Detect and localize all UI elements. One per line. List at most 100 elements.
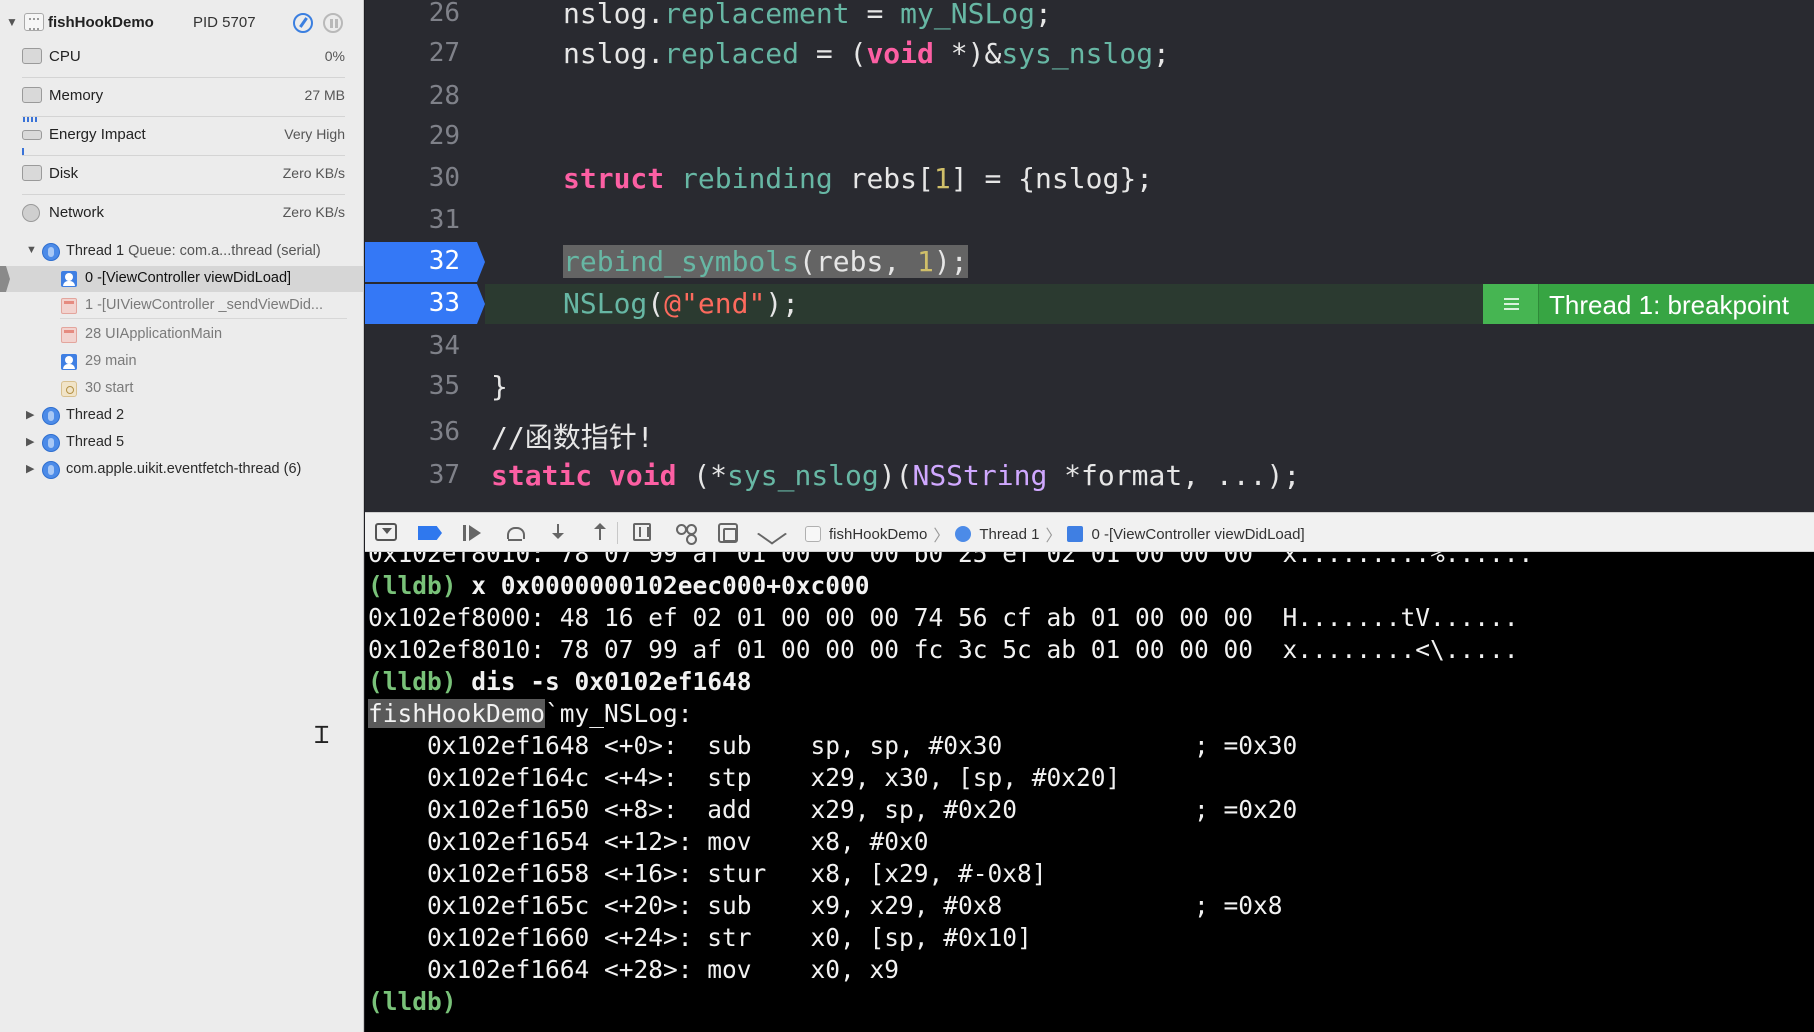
energy-icon xyxy=(22,130,42,140)
source-editor[interactable]: 26 nslog.replacement = my_NSLog; 27 nslo… xyxy=(365,0,1814,512)
code-line-35[interactable]: 35 } xyxy=(365,367,1814,407)
code-line-28[interactable]: 28 xyxy=(365,77,1814,117)
process-name: fishHookDemo xyxy=(48,14,154,31)
console-line: 0x102ef165c <+20>: sub x9, x29, #0x8 ; =… xyxy=(368,891,1283,920)
code-line-37[interactable]: 37 static void (*sys_nslog)(NSString *fo… xyxy=(365,456,1814,496)
gauge-cpu[interactable]: CPU 0% xyxy=(0,40,363,78)
stack-frame-30[interactable]: 30 start xyxy=(0,376,363,402)
disclosure-triangle-icon[interactable]: ▶ xyxy=(26,462,34,475)
thread-icon xyxy=(42,434,60,452)
gauge-value: Zero KB/s xyxy=(282,165,345,181)
console-line: 0x102ef1650 <+8>: add x29, sp, #0x20 ; =… xyxy=(368,795,1298,824)
frame-label: 28 UIApplicationMain xyxy=(85,326,223,342)
code-line-32[interactable]: 32 rebind_symbols(rebs, 1); xyxy=(365,242,1814,282)
symbol-name: `my_NSLog: xyxy=(545,699,693,728)
stack-frame-29[interactable]: 29 main xyxy=(0,349,363,375)
view-hierarchy-icon[interactable] xyxy=(633,523,651,541)
divider xyxy=(22,77,345,78)
stack-frame-28[interactable]: 28 UIApplicationMain xyxy=(0,322,363,348)
thread-name: Thread 1 xyxy=(66,243,125,259)
thread-label: com.apple.uikit.eventfetch-thread (6) xyxy=(66,461,302,477)
code-line-30[interactable]: 30 struct rebinding rebs[1] = {nslog}; xyxy=(365,159,1814,199)
hide-debug-area-icon[interactable] xyxy=(375,523,397,541)
chevron-right-icon: 〉 xyxy=(1045,528,1062,545)
breadcrumb-label: fishHookDemo xyxy=(829,525,928,543)
console-line: 0x102ef8010: 78 07 99 af 01 00 00 00 fc … xyxy=(368,635,1519,664)
step-out-icon[interactable] xyxy=(590,523,610,543)
process-row[interactable]: ▼ fishHookDemo PID 5707 xyxy=(0,8,363,38)
gauge-label: Disk xyxy=(49,165,79,182)
breadcrumb: fishHookDemo 〉 Thread 1 〉 0 -[ViewContro… xyxy=(805,523,1305,545)
console-line: (lldb) dis -s 0x0102ef1648 xyxy=(368,666,752,698)
line-number: 29 xyxy=(428,121,460,151)
line-number: 35 xyxy=(428,371,460,401)
disclosure-triangle-icon[interactable]: ▼ xyxy=(26,244,37,256)
thread-row-eventfetch[interactable]: ▶ com.apple.uikit.eventfetch-thread (6) xyxy=(0,457,363,483)
console-line: 0x102ef164c <+4>: stp x29, x30, [sp, #0x… xyxy=(368,763,1121,792)
console-command: dis -s 0x0102ef1648 xyxy=(456,667,752,696)
step-into-icon[interactable] xyxy=(548,523,568,543)
pause-icon[interactable] xyxy=(323,13,343,33)
gauge-value: Very High xyxy=(284,126,345,142)
gauge-energy[interactable]: Energy Impact Very High xyxy=(0,118,363,156)
lldb-console[interactable]: 0x102ef8010: 78 07 99 af 01 00 00 00 b0 … xyxy=(365,552,1814,1032)
gauge-network[interactable]: Network Zero KB/s xyxy=(0,196,363,234)
line-number: 34 xyxy=(428,331,460,361)
disclosure-triangle-icon[interactable]: ▶ xyxy=(26,435,34,448)
line-number: 27 xyxy=(428,38,460,68)
user-code-icon xyxy=(61,354,77,370)
code-text: } xyxy=(491,370,508,403)
user-code-icon xyxy=(1067,526,1084,542)
stack-frame-1[interactable]: 1 -[UIViewController _sendViewDid... xyxy=(0,293,363,319)
breadcrumb-thread[interactable]: Thread 1 xyxy=(955,526,1039,543)
code-text: NSLog(@"end"); xyxy=(563,287,800,320)
app-icon xyxy=(24,13,44,31)
thread-row-2[interactable]: ▶ Thread 2 xyxy=(0,403,363,429)
code-line-34[interactable]: 34 xyxy=(365,327,1814,367)
frame-label: 30 start xyxy=(85,380,134,396)
breadcrumb-frame[interactable]: 0 -[ViewController viewDidLoad] xyxy=(1067,526,1305,543)
text-cursor-icon: Ɪ xyxy=(315,721,329,749)
network-icon xyxy=(22,204,40,222)
breakpoint-annotation[interactable]: Thread 1: breakpoint xyxy=(1483,284,1814,324)
console-command: x 0x0000000102eec000+0xc000 xyxy=(456,571,870,600)
code-line-31[interactable]: 31 xyxy=(365,201,1814,241)
step-over-icon[interactable] xyxy=(505,523,525,543)
console-line: fishHookDemo`my_NSLog: xyxy=(368,698,693,730)
process-pid: PID 5707 xyxy=(193,14,256,31)
console-line: 0x102ef8000: 48 16 ef 02 01 00 00 00 74 … xyxy=(368,603,1519,632)
thread-row-5[interactable]: ▶ Thread 5 xyxy=(0,430,363,456)
console-line: 0x102ef1658 <+16>: stur x8, [x29, #-0x8] xyxy=(368,859,1047,888)
line-number: 26 xyxy=(428,0,460,28)
simulate-location-icon[interactable] xyxy=(761,523,781,543)
gauge-label: CPU xyxy=(49,48,81,65)
gauge-disk[interactable]: Disk Zero KB/s xyxy=(0,157,363,195)
frame-label: 29 main xyxy=(85,353,137,369)
thread-icon xyxy=(955,526,972,542)
disclosure-triangle-icon[interactable]: ▶ xyxy=(26,408,34,421)
divider xyxy=(617,522,618,544)
continue-icon[interactable] xyxy=(461,523,481,543)
code-line-33[interactable]: 33 NSLog(@"end"); Thread 1: breakpoint xyxy=(365,284,1814,324)
code-line-29[interactable]: 29 xyxy=(365,117,1814,157)
code-line-27[interactable]: 27 nslog.replaced = (void *)&sys_nslog; xyxy=(365,34,1814,74)
memory-icon xyxy=(22,87,42,103)
disclosure-triangle-icon[interactable]: ▼ xyxy=(6,15,18,29)
code-line-26[interactable]: 26 nslog.replacement = my_NSLog; xyxy=(365,0,1814,34)
gauge-memory[interactable]: Memory 27 MB xyxy=(0,79,363,122)
thread-icon xyxy=(42,407,60,425)
memory-graph-icon[interactable] xyxy=(675,523,697,543)
environment-overrides-icon[interactable] xyxy=(718,523,738,543)
breadcrumb-process[interactable]: fishHookDemo xyxy=(805,526,927,543)
code-line-36[interactable]: 36 //函数指针! xyxy=(365,413,1814,454)
stack-frame-0[interactable]: 0 -[ViewController viewDidLoad] xyxy=(0,266,363,292)
debug-gauges-icon[interactable] xyxy=(293,13,313,33)
console-line: 0x102ef1654 <+12>: mov x8, #0x0 xyxy=(368,827,929,856)
thread-row-1[interactable]: ▼ Thread 1 Queue: com.a...thread (serial… xyxy=(0,239,363,265)
code-text: //函数指针! xyxy=(491,421,654,454)
console-line: 0x102ef1664 <+28>: mov x0, x9 xyxy=(368,955,900,984)
thread-label: Thread 2 xyxy=(66,407,125,423)
divider xyxy=(22,116,345,117)
breakpoints-toggle-icon[interactable] xyxy=(418,526,442,540)
list-icon[interactable] xyxy=(1483,284,1539,324)
